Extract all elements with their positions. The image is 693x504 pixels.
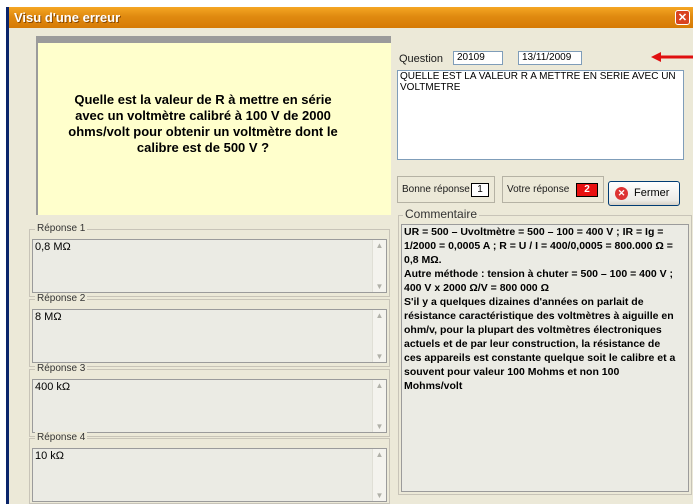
scroll-up-icon[interactable]: ▲ [373,449,386,460]
votre-reponse-label: Votre réponse [507,184,570,195]
scroll-down-icon[interactable]: ▼ [373,421,386,432]
scroll-up-icon[interactable]: ▲ [373,240,386,251]
fermer-button[interactable]: ✕ Fermer [608,181,680,206]
red-arrow-icon [651,52,693,62]
answer-field[interactable]: 10 kΩ ▲ ▼ [32,448,387,502]
scroll-up-icon[interactable]: ▲ [373,380,386,391]
commentaire-text[interactable]: UR = 500 – Uvoltmètre = 500 – 100 = 400 … [401,224,689,492]
scroll-down-icon[interactable]: ▼ [373,351,386,362]
scrollbar[interactable]: ▲ ▼ [372,240,386,292]
scroll-up-icon[interactable]: ▲ [373,310,386,321]
answer-field[interactable]: 8 MΩ ▲ ▼ [32,309,387,363]
scroll-down-icon[interactable]: ▼ [373,281,386,292]
commentaire-group: Commentaire UR = 500 – Uvoltmètre = 500 … [398,207,692,495]
scrollbar[interactable]: ▲ ▼ [372,310,386,362]
bonne-reponse-box: Bonne réponse 1 [397,176,495,203]
commentaire-legend: Commentaire [403,207,480,221]
votre-reponse-box: Votre réponse 2 [502,176,604,203]
scrollbar[interactable]: ▲ ▼ [372,449,386,501]
question-display-text: Quelle est la valeur de R à mettre en sé… [68,92,338,155]
question-date-field[interactable]: 13/11/2009 [518,51,582,65]
answer-text: 400 kΩ [35,381,71,393]
close-icon: ✕ [615,187,628,200]
dialog-window: Visu d'une erreur ✕ Quelle est la valeur… [6,7,693,504]
answer-field[interactable]: 400 kΩ ▲ ▼ [32,379,387,433]
answer-legend: Réponse 1 [35,223,88,234]
answer-group-4: Réponse 4 10 kΩ ▲ ▼ [29,432,390,504]
answer-text: 10 kΩ [35,450,65,462]
answer-field[interactable]: 0,8 MΩ ▲ ▼ [32,239,387,293]
answer-group-2: Réponse 2 8 MΩ ▲ ▼ [29,293,390,367]
answer-text: 8 MΩ [35,311,62,323]
answer-legend: Réponse 4 [35,432,88,443]
answer-legend: Réponse 2 [35,293,88,304]
question-number-field[interactable]: 20109 [453,51,503,65]
answer-legend: Réponse 3 [35,363,88,374]
answer-group-3: Réponse 3 400 kΩ ▲ ▼ [29,363,390,437]
votre-reponse-value: 2 [576,183,598,197]
scroll-down-icon[interactable]: ▼ [373,490,386,501]
window-title: Visu d'une erreur [14,10,121,25]
answer-group-1: Réponse 1 0,8 MΩ ▲ ▼ [29,223,390,297]
bonne-reponse-value: 1 [471,183,489,197]
answer-text: 0,8 MΩ [35,241,71,253]
question-display-panel: Quelle est la valeur de R à mettre en sé… [36,36,391,215]
fermer-button-label: Fermer [634,187,670,199]
question-label: Question [399,53,444,65]
bonne-reponse-label: Bonne réponse [402,184,470,195]
close-button[interactable]: ✕ [675,10,690,25]
title-bar[interactable]: Visu d'une erreur ✕ [9,7,693,28]
question-text-area[interactable]: QUELLE EST LA VALEUR R A METTRE EN SERIE… [397,70,684,160]
scrollbar[interactable]: ▲ ▼ [372,380,386,432]
